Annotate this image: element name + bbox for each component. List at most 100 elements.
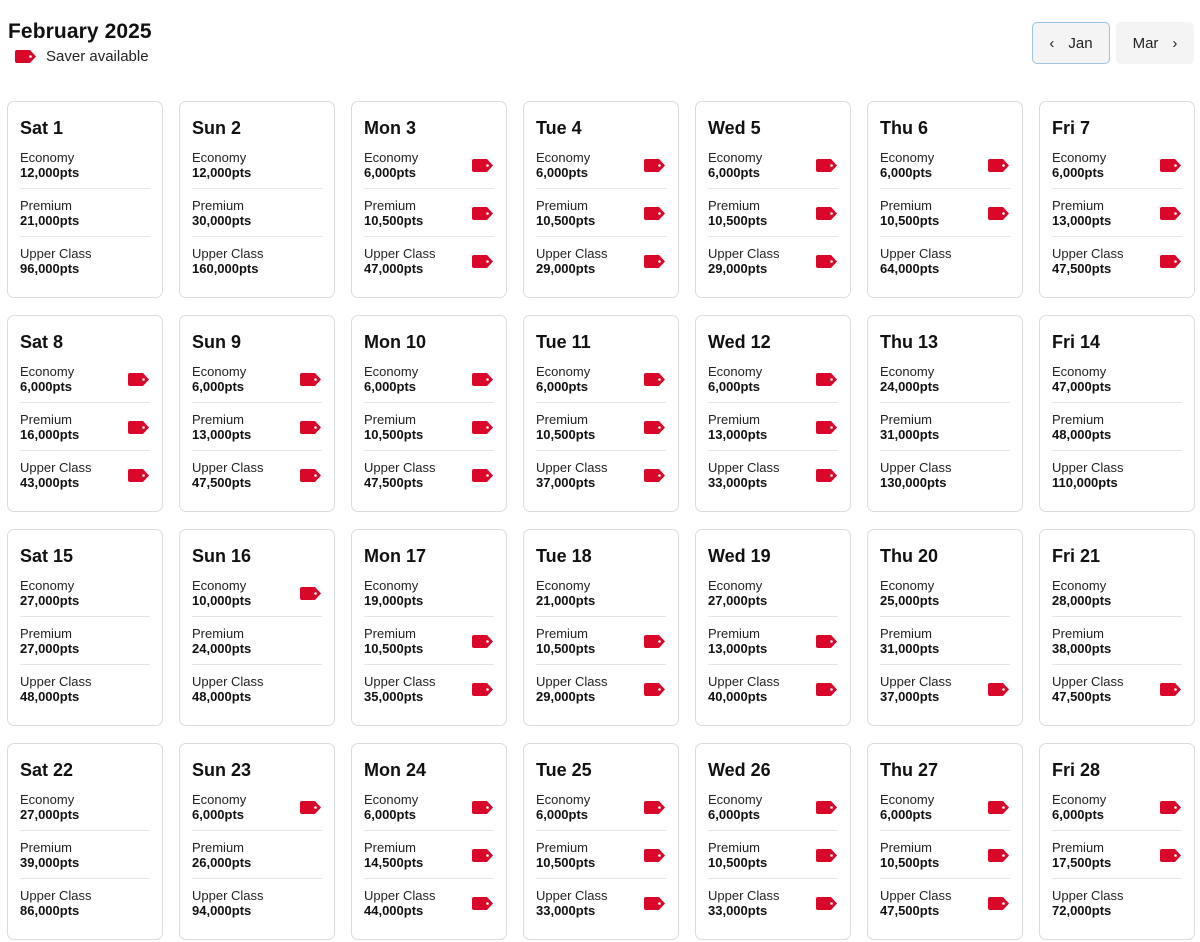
fare-row[interactable]: Economy 6,000pts [1052,150,1182,181]
fare-row[interactable]: Economy 27,000pts [708,578,838,609]
fare-row[interactable]: Premium 10,500pts [536,626,666,657]
fare-row[interactable]: Upper Class 110,000pts [1052,460,1182,491]
fare-row[interactable]: Premium 13,000pts [1052,198,1182,229]
fare-row[interactable]: Economy 27,000pts [20,792,150,823]
fare-row[interactable]: Upper Class 29,000pts [536,246,666,277]
day-card[interactable]: Fri 7 Economy 6,000pts Premium 13,000pts Uppe… [1039,101,1195,298]
fare-row[interactable]: Economy 6,000pts [364,150,494,181]
fare-row[interactable]: Premium 10,500pts [536,198,666,229]
fare-row[interactable]: Upper Class 33,000pts [536,888,666,919]
fare-row[interactable]: Premium 27,000pts [20,626,150,657]
fare-row[interactable]: Economy 27,000pts [20,578,150,609]
fare-row[interactable]: Economy 6,000pts [364,792,494,823]
fare-row[interactable]: Upper Class 86,000pts [20,888,150,919]
day-card[interactable]: Tue 25 Economy 6,000pts Premium 10,500pts Upp… [523,743,679,940]
fare-row[interactable]: Economy 47,000pts [1052,364,1182,395]
fare-row[interactable]: Economy 6,000pts [20,364,150,395]
fare-row[interactable]: Upper Class 160,000pts [192,246,322,277]
day-card[interactable]: Sat 22 Economy 27,000pts Premium 39,000pts Up… [7,743,163,940]
day-card[interactable]: Wed 5 Economy 6,000pts Premium 10,500pts Uppe… [695,101,851,298]
day-card[interactable]: Thu 20 Economy 25,000pts Premium 31,000pts Up… [867,529,1023,726]
day-card[interactable]: Wed 12 Economy 6,000pts Premium 13,000pts Upp… [695,315,851,512]
next-month-button[interactable]: Mar › [1116,22,1194,64]
fare-row[interactable]: Premium 13,000pts [192,412,322,443]
day-card[interactable]: Mon 3 Economy 6,000pts Premium 10,500pts Uppe… [351,101,507,298]
day-card[interactable]: Wed 19 Economy 27,000pts Premium 13,000pts Up… [695,529,851,726]
fare-row[interactable]: Premium 10,500pts [364,412,494,443]
fare-row[interactable]: Upper Class 96,000pts [20,246,150,277]
fare-row[interactable]: Upper Class 47,500pts [192,460,322,491]
fare-row[interactable]: Economy 6,000pts [880,150,1010,181]
fare-row[interactable]: Premium 31,000pts [880,626,1010,657]
day-card[interactable]: Mon 10 Economy 6,000pts Premium 10,500pts Upp… [351,315,507,512]
fare-row[interactable]: Premium 10,500pts [364,198,494,229]
fare-row[interactable]: Upper Class 37,000pts [536,460,666,491]
fare-row[interactable]: Upper Class 44,000pts [364,888,494,919]
fare-row[interactable]: Upper Class 29,000pts [536,674,666,705]
fare-row[interactable]: Premium 39,000pts [20,840,150,871]
fare-row[interactable]: Economy 6,000pts [1052,792,1182,823]
day-card[interactable]: Tue 18 Economy 21,000pts Premium 10,500pts Up… [523,529,679,726]
fare-row[interactable]: Upper Class 47,500pts [1052,246,1182,277]
day-card[interactable]: Mon 17 Economy 19,000pts Premium 10,500pts Up… [351,529,507,726]
fare-row[interactable]: Upper Class 72,000pts [1052,888,1182,919]
day-card[interactable]: Fri 28 Economy 6,000pts Premium 17,500pts Upp… [1039,743,1195,940]
fare-row[interactable]: Economy 6,000pts [708,364,838,395]
fare-row[interactable]: Premium 13,000pts [708,412,838,443]
fare-row[interactable]: Economy 24,000pts [880,364,1010,395]
fare-row[interactable]: Premium 10,500pts [880,840,1010,871]
fare-row[interactable]: Economy 6,000pts [708,792,838,823]
day-card[interactable]: Mon 24 Economy 6,000pts Premium 14,500pts Upp… [351,743,507,940]
fare-row[interactable]: Upper Class 47,500pts [880,888,1010,919]
fare-row[interactable]: Economy 6,000pts [536,150,666,181]
fare-row[interactable]: Upper Class 48,000pts [192,674,322,705]
fare-row[interactable]: Upper Class 94,000pts [192,888,322,919]
fare-row[interactable]: Premium 26,000pts [192,840,322,871]
fare-row[interactable]: Upper Class 33,000pts [708,888,838,919]
fare-row[interactable]: Premium 14,500pts [364,840,494,871]
fare-row[interactable]: Premium 16,000pts [20,412,150,443]
fare-row[interactable]: Upper Class 40,000pts [708,674,838,705]
day-card[interactable]: Thu 27 Economy 6,000pts Premium 10,500pts Upp… [867,743,1023,940]
fare-row[interactable]: Upper Class 33,000pts [708,460,838,491]
fare-row[interactable]: Economy 25,000pts [880,578,1010,609]
fare-row[interactable]: Economy 6,000pts [880,792,1010,823]
fare-row[interactable]: Economy 28,000pts [1052,578,1182,609]
fare-row[interactable]: Premium 10,500pts [880,198,1010,229]
day-card[interactable]: Thu 6 Economy 6,000pts Premium 10,500pts Uppe… [867,101,1023,298]
fare-row[interactable]: Upper Class 64,000pts [880,246,1010,277]
fare-row[interactable]: Premium 24,000pts [192,626,322,657]
fare-row[interactable]: Premium 21,000pts [20,198,150,229]
fare-row[interactable]: Economy 19,000pts [364,578,494,609]
fare-row[interactable]: Economy 6,000pts [708,150,838,181]
fare-row[interactable]: Economy 12,000pts [192,150,322,181]
day-card[interactable]: Wed 26 Economy 6,000pts Premium 10,500pts Upp… [695,743,851,940]
fare-row[interactable]: Premium 10,500pts [364,626,494,657]
fare-row[interactable]: Premium 30,000pts [192,198,322,229]
day-card[interactable]: Tue 4 Economy 6,000pts Premium 10,500pts Uppe… [523,101,679,298]
fare-row[interactable]: Premium 10,500pts [708,198,838,229]
day-card[interactable]: Fri 21 Economy 28,000pts Premium 38,000pts Up… [1039,529,1195,726]
fare-row[interactable]: Premium 17,500pts [1052,840,1182,871]
previous-month-button[interactable]: ‹ Jan [1032,22,1110,64]
fare-row[interactable]: Upper Class 130,000pts [880,460,1010,491]
day-card[interactable]: Tue 11 Economy 6,000pts Premium 10,500pts Upp… [523,315,679,512]
day-card[interactable]: Sun 9 Economy 6,000pts Premium 13,000pts Uppe… [179,315,335,512]
day-card[interactable]: Thu 13 Economy 24,000pts Premium 31,000pts Up… [867,315,1023,512]
fare-row[interactable]: Economy 10,000pts [192,578,322,609]
fare-row[interactable]: Premium 31,000pts [880,412,1010,443]
fare-row[interactable]: Upper Class 37,000pts [880,674,1010,705]
fare-row[interactable]: Premium 10,500pts [536,840,666,871]
fare-row[interactable]: Upper Class 47,500pts [1052,674,1182,705]
fare-row[interactable]: Premium 10,500pts [536,412,666,443]
fare-row[interactable]: Economy 6,000pts [536,364,666,395]
day-card[interactable]: Sat 15 Economy 27,000pts Premium 27,000pts Up… [7,529,163,726]
fare-row[interactable]: Economy 6,000pts [192,792,322,823]
day-card[interactable]: Fri 14 Economy 47,000pts Premium 48,000pts Up… [1039,315,1195,512]
fare-row[interactable]: Economy 21,000pts [536,578,666,609]
fare-row[interactable]: Economy 6,000pts [192,364,322,395]
fare-row[interactable]: Economy 6,000pts [364,364,494,395]
fare-row[interactable]: Upper Class 35,000pts [364,674,494,705]
day-card[interactable]: Sun 23 Economy 6,000pts Premium 26,000pts Upp… [179,743,335,940]
day-card[interactable]: Sat 1 Economy 12,000pts Premium 21,000pts Upp… [7,101,163,298]
